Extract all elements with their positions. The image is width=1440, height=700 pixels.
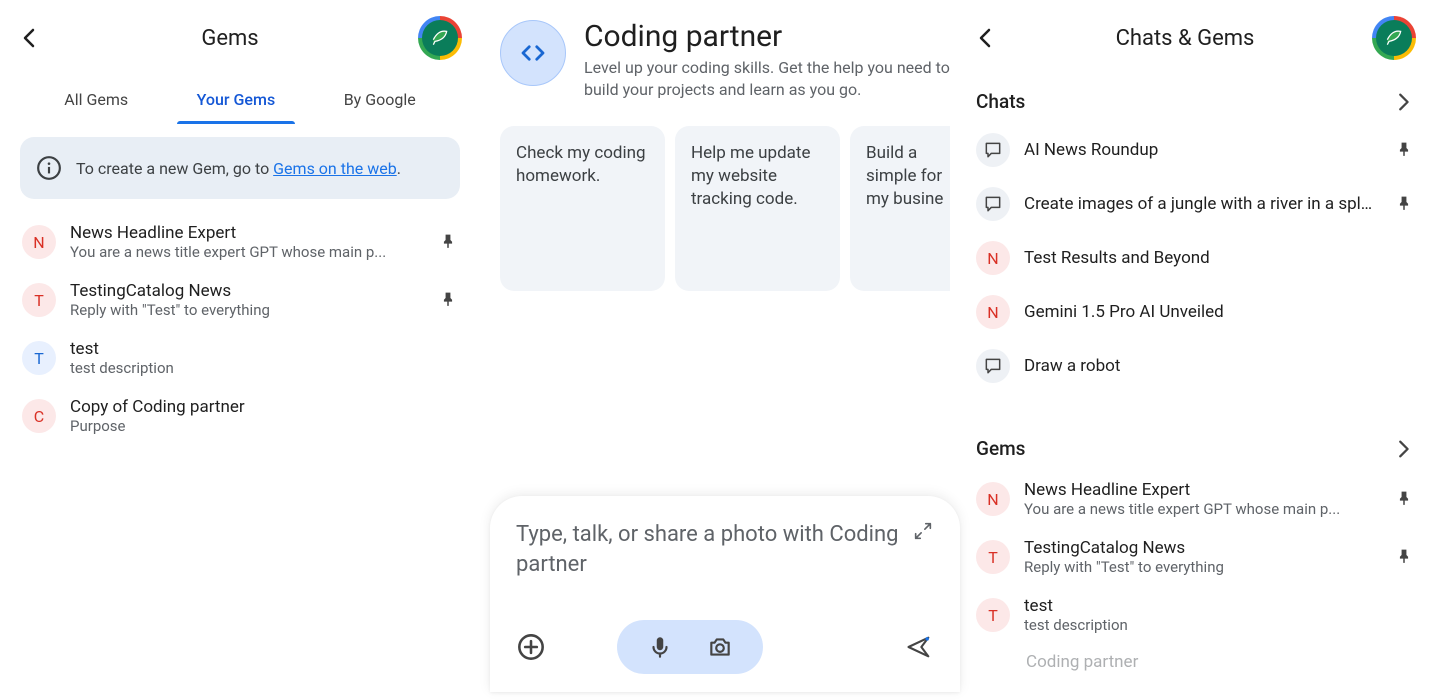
gems-expand-button[interactable] — [1392, 438, 1414, 460]
chats-section-title: Chats — [976, 90, 1025, 113]
back-button-right[interactable] — [974, 26, 998, 50]
gem-title: News Headline Expert — [70, 223, 424, 243]
gems-section-title: Gems — [976, 437, 1025, 460]
chat-icon — [983, 356, 1003, 376]
gem-title: TestingCatalog News — [70, 281, 424, 301]
pin-icon — [438, 232, 458, 252]
chat-item[interactable]: N Gemini 1.5 Pro AI Unveiled — [970, 285, 1420, 339]
gem-title: test — [1024, 596, 1414, 616]
chat-item[interactable]: Draw a robot — [970, 339, 1420, 393]
gem-title: Copy of Coding partner — [70, 397, 458, 417]
gem-item[interactable]: T TestingCatalog News Reply with "Test" … — [970, 528, 1420, 586]
gem-subtitle: You are a news title expert GPT whose ma… — [1024, 500, 1380, 518]
voice-input-button[interactable] — [645, 632, 675, 662]
chat-title: Test Results and Beyond — [1024, 248, 1414, 268]
gem-avatar: T — [22, 283, 56, 317]
send-icon — [905, 633, 933, 661]
gem-item[interactable]: T test test description — [0, 329, 480, 387]
chat-avatar — [976, 187, 1010, 221]
page-title-left: Gems — [42, 26, 418, 51]
chat-avatar: N — [976, 241, 1010, 275]
suggestion-card[interactable]: Build a simple for my busine — [850, 126, 950, 291]
chat-input-container[interactable]: Type, talk, or share a photo with Coding… — [490, 496, 960, 692]
chat-item[interactable]: N Test Results and Beyond — [970, 231, 1420, 285]
gem-avatar: C — [22, 399, 56, 433]
info-link[interactable]: Gems on the web — [273, 159, 397, 178]
back-button-left[interactable] — [18, 26, 42, 50]
chats-expand-button[interactable] — [1392, 91, 1414, 113]
gem-item[interactable]: C Copy of Coding partner Purpose — [0, 387, 480, 445]
chat-title: AI News Roundup — [1024, 140, 1380, 160]
code-icon — [518, 38, 548, 68]
gem-subtitle: test description — [1024, 616, 1414, 634]
gem-avatar: N — [22, 225, 56, 259]
gem-subtitle: Reply with "Test" to everything — [1024, 558, 1380, 576]
pin-icon — [1394, 194, 1414, 214]
gem-title: TestingCatalog News — [1024, 538, 1380, 558]
chat-title: Gemini 1.5 Pro AI Unveiled — [1024, 302, 1414, 322]
chat-title: Draw a robot — [1024, 356, 1414, 376]
chevron-right-icon — [1392, 91, 1414, 113]
gem-avatar: T — [976, 598, 1010, 632]
gem-subtitle: test description — [70, 359, 458, 377]
gem-subtitle: Purpose — [70, 417, 458, 435]
gem-avatar: T — [976, 540, 1010, 574]
tab-your-gems[interactable]: Your Gems — [187, 76, 286, 123]
gem-title: News Headline Expert — [1024, 480, 1380, 500]
chat-avatar: N — [976, 295, 1010, 329]
profile-avatar-right[interactable] — [1372, 16, 1416, 60]
profile-avatar-left[interactable] — [418, 16, 462, 60]
avatar-leaf-icon — [430, 28, 450, 48]
gem-avatar: N — [976, 482, 1010, 516]
chat-avatar — [976, 349, 1010, 383]
tab-by-google[interactable]: By Google — [334, 76, 426, 123]
suggestion-card[interactable]: Check my coding homework. — [500, 126, 665, 291]
gem-hero-icon — [500, 20, 566, 86]
gem-item[interactable]: N News Headline Expert You are a news ti… — [970, 470, 1420, 528]
chat-input-placeholder: Type, talk, or share a photo with Coding… — [516, 522, 899, 577]
gem-item-cutoff: Coding partner — [970, 644, 1420, 672]
camera-input-button[interactable] — [705, 632, 735, 662]
gem-item[interactable]: T TestingCatalog News Reply with "Test" … — [0, 271, 480, 329]
chat-avatar — [976, 133, 1010, 167]
gem-hero-title: Coding partner — [584, 20, 950, 53]
info-banner: To create a new Gem, go to Gems on the w… — [20, 137, 460, 199]
gem-item[interactable]: T test test description — [970, 586, 1420, 644]
expand-icon — [912, 520, 934, 542]
gem-hero-desc: Level up your coding skills. Get the hel… — [584, 57, 950, 100]
gem-title: test — [70, 339, 458, 359]
chat-item[interactable]: Create images of a jungle with a river i… — [970, 177, 1420, 231]
plus-circle-icon — [517, 633, 545, 661]
chevron-right-icon — [1392, 438, 1414, 460]
add-attachment-button[interactable] — [516, 632, 546, 662]
chat-item[interactable]: AI News Roundup — [970, 123, 1420, 177]
avatar-leaf-icon — [1384, 28, 1404, 48]
camera-icon — [707, 634, 733, 660]
gem-avatar: T — [22, 341, 56, 375]
page-title-right: Chats & Gems — [998, 26, 1372, 51]
mic-icon — [647, 634, 673, 660]
pin-icon — [1394, 140, 1414, 160]
gem-subtitle: Reply with "Test" to everything — [70, 301, 424, 319]
chevron-left-icon — [974, 26, 998, 50]
info-text-prefix: To create a new Gem, go to — [76, 159, 273, 178]
info-text-suffix: . — [397, 159, 401, 178]
gem-item[interactable]: N News Headline Expert You are a news ti… — [0, 213, 480, 271]
pin-icon — [1394, 489, 1414, 509]
info-icon — [36, 155, 62, 181]
suggestion-card[interactable]: Help me update my website tracking code. — [675, 126, 840, 291]
pin-icon — [438, 290, 458, 310]
chevron-left-icon — [18, 26, 42, 50]
send-button[interactable] — [904, 632, 934, 662]
chat-title: Create images of a jungle with a river i… — [1024, 194, 1380, 214]
gem-subtitle: You are a news title expert GPT whose ma… — [70, 243, 424, 261]
expand-input-button[interactable] — [912, 520, 934, 542]
pin-icon — [1394, 547, 1414, 567]
chat-icon — [983, 140, 1003, 160]
tab-all-gems[interactable]: All Gems — [54, 76, 138, 123]
chat-icon — [983, 194, 1003, 214]
